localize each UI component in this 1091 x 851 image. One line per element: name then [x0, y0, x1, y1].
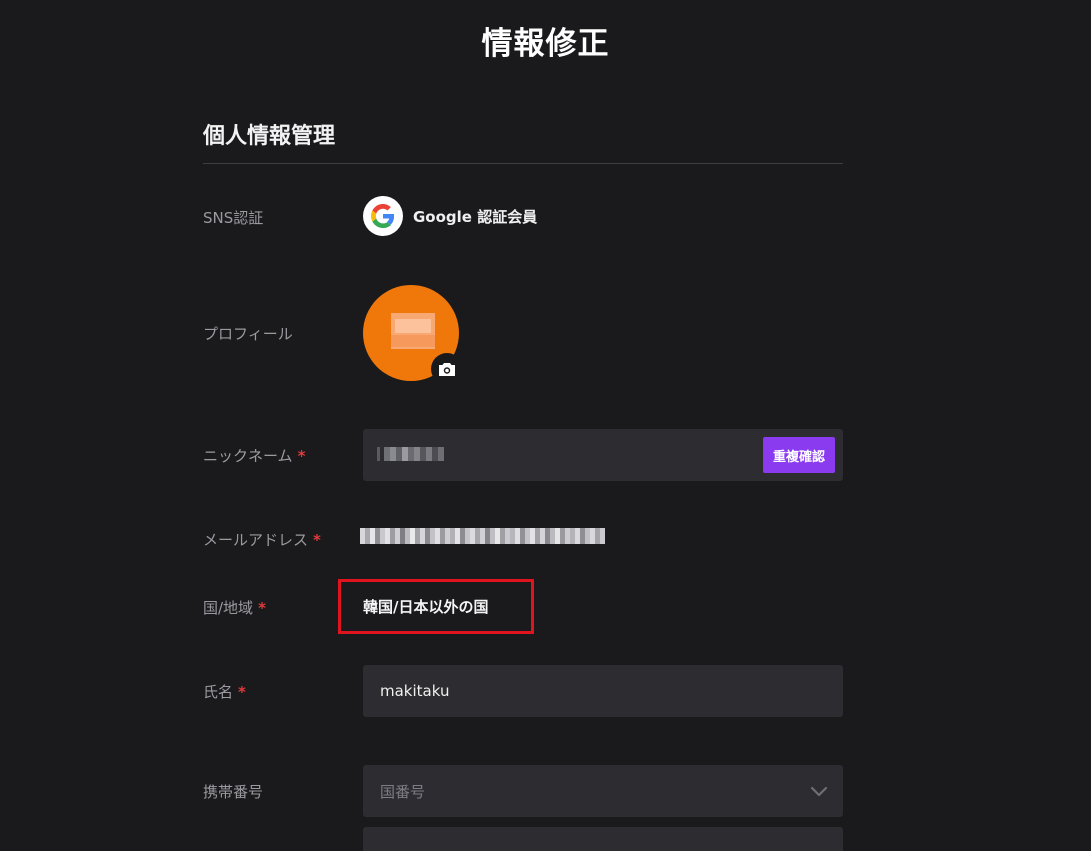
google-logo: [371, 204, 395, 228]
camera-icon[interactable]: [431, 353, 463, 385]
profile-label-text: プロフィール: [203, 325, 293, 343]
phone-label-text: 携帯番号: [203, 783, 264, 801]
avatar-image-pixelated: [391, 335, 435, 347]
required-mark: *: [297, 447, 306, 465]
name-input[interactable]: makitaku: [363, 665, 843, 717]
page: 情報修正 個人情報管理 SNS認証 Google 認証会員 プロフィール ニック…: [0, 0, 1091, 851]
email-label: メールアドレス *: [203, 529, 321, 550]
required-mark: *: [258, 599, 266, 617]
camera-glyph: [439, 362, 455, 376]
sns-label-text: SNS認証: [203, 209, 264, 227]
avatar-image-pixelated: [395, 319, 431, 333]
page-title: 情報修正: [481, 26, 610, 62]
email-value-pixelated: [360, 528, 605, 544]
sns-status: Google 認証会員: [413, 208, 538, 226]
section-title: 個人情報管理: [203, 124, 336, 149]
sns-label: SNS認証: [203, 207, 263, 228]
email-label-text: メールアドレス: [203, 531, 309, 549]
required-mark: *: [238, 683, 246, 701]
country-label: 国/地域 *: [203, 597, 266, 618]
name-label: 氏名 *: [203, 681, 246, 702]
profile-label: プロフィール: [203, 323, 293, 344]
nickname-label-text: ニックネーム: [203, 447, 293, 465]
nickname-input[interactable]: 重複確認: [363, 429, 843, 481]
name-input-value: makitaku: [380, 682, 450, 700]
phone-label: 携帯番号: [203, 781, 263, 802]
annotation-highlight-box: [338, 579, 534, 634]
chevron-down-icon: [810, 786, 828, 797]
nickname-value-pixelated: [377, 447, 444, 461]
nickname-label: ニックネーム *: [203, 445, 305, 466]
required-mark: *: [313, 531, 321, 549]
name-label-text: 氏名: [203, 683, 234, 701]
country-label-text: 国/地域: [203, 599, 254, 617]
country-code-placeholder: 国番号: [380, 783, 426, 801]
duplicate-check-button[interactable]: 重複確認: [763, 437, 835, 473]
google-icon: [363, 196, 403, 236]
phone-number-input[interactable]: [363, 827, 843, 851]
country-code-select[interactable]: 国番号: [363, 765, 843, 817]
section-divider: [203, 163, 843, 164]
